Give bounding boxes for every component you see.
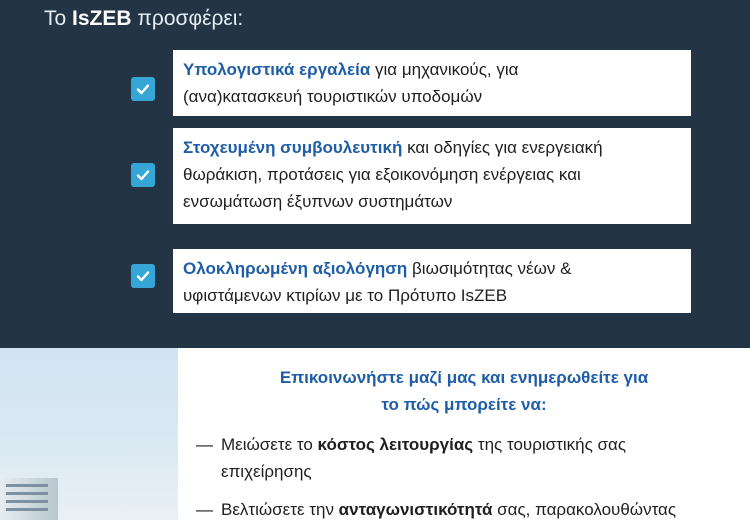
checkbox-checked-icon xyxy=(131,163,155,187)
offer-card-consulting: Στοχευμένη συμβουλευτική και οδηγίες για… xyxy=(173,128,691,224)
brand-name: IsZEB xyxy=(72,7,132,30)
checkbox-checked-icon xyxy=(131,77,155,101)
offer-card-tools: Υπολογιστικά εργαλεία για μηχανικούς, γι… xyxy=(173,50,691,116)
offers-section: Το IsZEB προσφέρει: Υπολογιστικά εργαλεί… xyxy=(0,0,750,348)
offer-card-assessment: Ολοκληρωμένη αξιολόγηση βιωσιμότητας νέω… xyxy=(173,249,691,313)
building-photo xyxy=(0,348,178,520)
building-image xyxy=(0,478,58,520)
checkbox-checked-icon xyxy=(131,264,155,288)
contact-section: Επικοινωνήστε μαζί μας και ενημερωθείτε … xyxy=(0,348,750,520)
contact-heading: Επικοινωνήστε μαζί μας και ενημερωθείτε … xyxy=(279,368,649,414)
offers-title: Το IsZEB προσφέρει: xyxy=(44,7,244,30)
